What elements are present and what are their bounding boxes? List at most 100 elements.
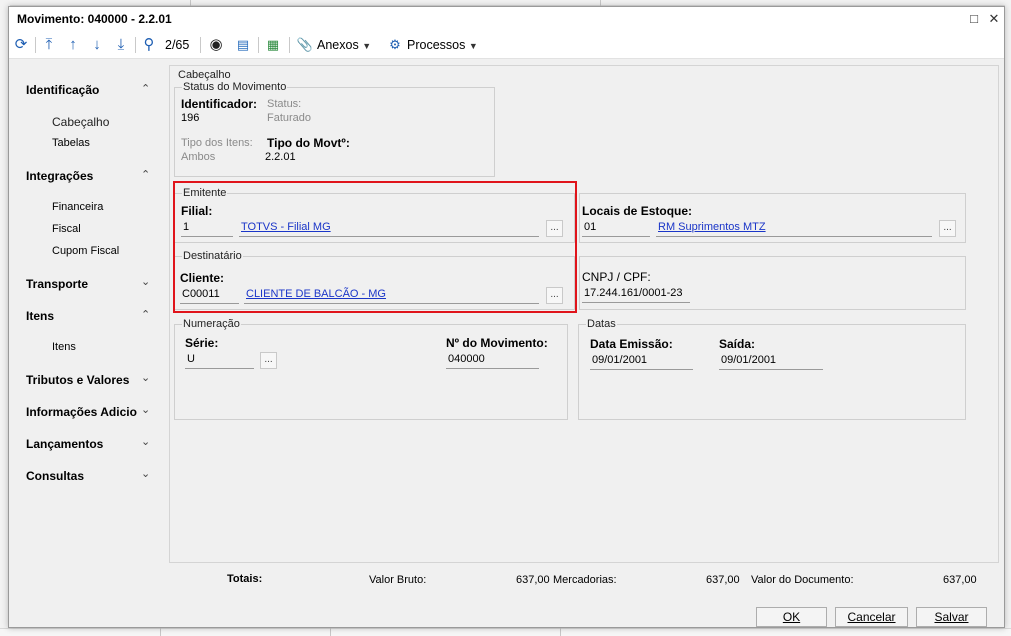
identificador-value: 196	[181, 112, 200, 124]
document-icon[interactable]: ▤	[234, 35, 252, 55]
window-title: Movimento: 040000 - 2.2.01	[17, 12, 172, 26]
status-value: Faturado	[267, 112, 312, 124]
valor-bruto-label: Valor Bruto:	[369, 574, 427, 586]
chevron-down-icon[interactable]: ⌄	[141, 403, 150, 416]
sidebar-section-lancamentos[interactable]: Lançamentos	[26, 437, 103, 451]
previous-record-icon[interactable]: ↑	[64, 35, 82, 55]
movimento-dialog: Movimento: 040000 - 2.2.01 □ ✕ ⟳ ⤒ ↑ ↓ ⤓…	[8, 6, 1005, 628]
tipo-movto-value: 2.2.01	[265, 151, 296, 163]
saida-input[interactable]: 09/01/2001	[719, 352, 823, 370]
sidebar-section-tributos[interactable]: Tributos e Valores	[26, 373, 129, 387]
background-divider	[560, 628, 561, 636]
emissao-input[interactable]: 09/01/2001	[590, 352, 693, 370]
close-icon[interactable]: ✕	[985, 10, 1003, 28]
background-app-right-edge	[1005, 0, 1011, 636]
chevron-down-icon[interactable]: ⌄	[141, 371, 150, 384]
chevron-up-icon[interactable]: ⌃	[141, 308, 150, 321]
toolbar-separator	[200, 37, 201, 53]
locais-name-field[interactable]: RM Suprimentos MTZ	[656, 219, 932, 237]
chevron-down-icon[interactable]: ⌄	[141, 275, 150, 288]
locais-name-link[interactable]: RM Suprimentos MTZ	[658, 221, 766, 233]
cabecalho-title: Cabeçalho	[177, 69, 232, 81]
tipo-itens-value: Ambos	[181, 151, 216, 163]
sidebar-section-itens[interactable]: Itens	[26, 309, 54, 323]
saida-label: Saída:	[719, 337, 756, 351]
zoom-search-icon[interactable]: ◉	[207, 35, 225, 55]
chevron-down-icon[interactable]: ⌄	[141, 435, 150, 448]
cnpj-label: CNPJ / CPF:	[582, 270, 651, 284]
mercadorias-label: Mercadorias:	[553, 574, 617, 586]
ok-label: OK	[782, 610, 801, 624]
serie-input[interactable]: U	[185, 351, 254, 369]
sidebar-item-itens[interactable]: Itens	[52, 341, 76, 353]
datas-group-title: Datas	[586, 318, 617, 330]
salvar-button[interactable]: Salvar	[916, 607, 987, 627]
serie-lookup-button[interactable]: ...	[260, 352, 277, 369]
cabecalho-panel: Cabeçalho Status do Movimento Identifica…	[169, 65, 999, 563]
chevron-up-icon[interactable]: ⌃	[141, 82, 150, 95]
caret-down-icon: ▼	[468, 41, 478, 51]
salvar-label: Salvar	[934, 610, 969, 624]
emissao-label: Data Emissão:	[590, 337, 673, 351]
toolbar: ⟳ ⤒ ↑ ↓ ⤓ ⚲ 2/65 ◉ ▤ ▦ 📎 Anexos ▼ ⚙ Proc…	[9, 31, 1004, 59]
sidebar-item-tabelas[interactable]: Tabelas	[52, 137, 90, 149]
record-counter: 2/65	[165, 38, 190, 52]
sidebar: Identificação ⌃ Cabeçalho Tabelas Integr…	[9, 60, 159, 580]
valor-documento-label: Valor do Documento:	[751, 574, 854, 586]
chevron-up-icon[interactable]: ⌃	[141, 168, 150, 181]
numeracao-group-title: Numeração	[182, 318, 241, 330]
gear-icon[interactable]: ⚙	[386, 35, 404, 55]
first-record-icon[interactable]: ⤒	[40, 35, 58, 55]
processos-menu[interactable]: Processos ▼	[407, 35, 478, 55]
identificador-label: Identificador:	[181, 97, 258, 111]
chevron-down-icon[interactable]: ⌄	[141, 467, 150, 480]
cnpj-input[interactable]: 17.244.161/0001-23	[582, 285, 690, 303]
mercadorias-value: 637,00	[706, 574, 740, 586]
background-divider	[330, 628, 331, 636]
next-record-icon[interactable]: ↓	[88, 35, 106, 55]
toolbar-separator	[289, 37, 290, 53]
toolbar-separator	[135, 37, 136, 53]
background-grid-row	[0, 628, 1011, 636]
sidebar-item-fiscal[interactable]: Fiscal	[52, 223, 81, 235]
sidebar-item-financeira[interactable]: Financeira	[52, 201, 103, 213]
caret-down-icon: ▼	[362, 41, 372, 51]
anexos-menu[interactable]: Anexos ▼	[317, 35, 371, 55]
background-divider	[160, 628, 161, 636]
sidebar-section-informacoes[interactable]: Informações Adicio	[26, 405, 137, 419]
ok-button[interactable]: OK	[756, 607, 827, 627]
last-record-icon[interactable]: ⤓	[112, 35, 130, 55]
sidebar-item-cabecalho[interactable]: Cabeçalho	[52, 115, 109, 129]
title-bar: Movimento: 040000 - 2.2.01 □ ✕	[9, 7, 1004, 31]
locais-code-input[interactable]: 01	[582, 219, 650, 237]
tipo-movto-label: Tipo do Movtº:	[267, 136, 350, 150]
refresh-icon[interactable]: ⟳	[12, 35, 30, 55]
locais-lookup-button[interactable]: ...	[939, 220, 956, 237]
numero-label: Nº do Movimento:	[446, 336, 548, 350]
cancelar-label: Cancelar	[847, 610, 896, 624]
numero-input[interactable]: 040000	[446, 351, 539, 369]
sidebar-section-transporte[interactable]: Transporte	[26, 277, 88, 291]
status-label: Status:	[267, 98, 302, 110]
totais-label: Totais:	[227, 573, 263, 585]
export-icon[interactable]: ▦	[264, 35, 282, 55]
status-group-title: Status do Movimento	[182, 81, 288, 93]
anexos-label: Anexos	[317, 38, 359, 52]
highlight-box	[173, 181, 577, 313]
toolbar-separator	[258, 37, 259, 53]
processos-label: Processos	[407, 38, 466, 52]
toolbar-separator	[35, 37, 36, 53]
tipo-itens-label: Tipo dos Itens:	[181, 137, 253, 149]
serie-label: Série:	[185, 336, 219, 350]
sidebar-section-identificacao[interactable]: Identificação	[26, 83, 99, 97]
sidebar-item-cupom-fiscal[interactable]: Cupom Fiscal	[52, 245, 119, 257]
sidebar-section-consultas[interactable]: Consultas	[26, 469, 84, 483]
maximize-icon[interactable]: □	[965, 10, 983, 28]
locais-label: Locais de Estoque:	[582, 204, 693, 218]
valor-bruto-value: 637,00	[516, 574, 550, 586]
valor-documento-value: 637,00	[943, 574, 977, 586]
cancelar-button[interactable]: Cancelar	[835, 607, 908, 627]
paperclip-icon[interactable]: 📎	[296, 35, 314, 55]
search-icon[interactable]: ⚲	[140, 35, 158, 55]
sidebar-section-integracoes[interactable]: Integrações	[26, 169, 93, 183]
